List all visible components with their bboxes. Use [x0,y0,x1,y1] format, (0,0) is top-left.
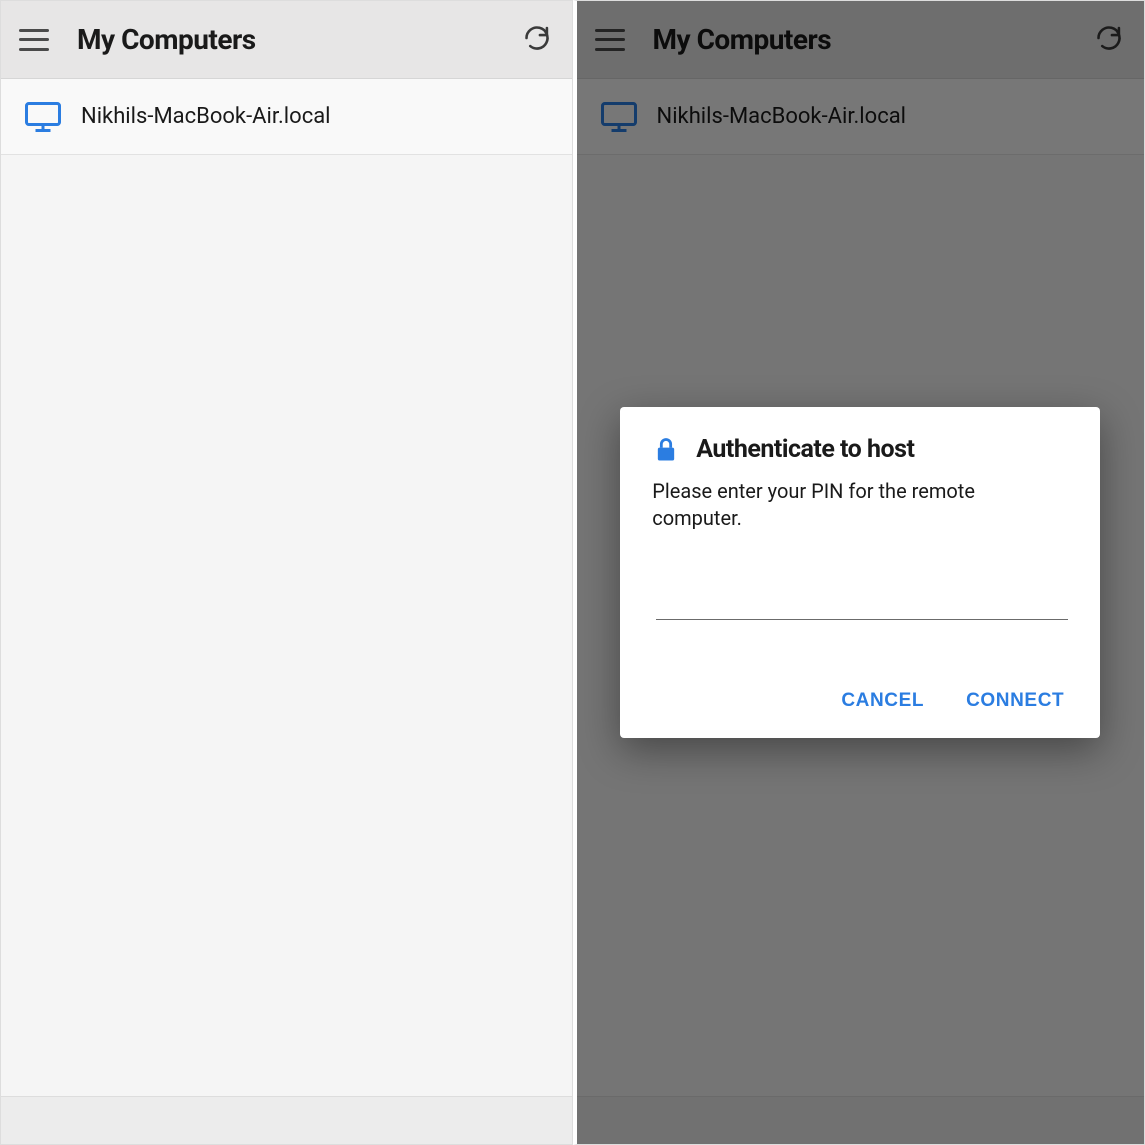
right-pane: My Computers Nikhils-MacBook-Air.local [573,0,1145,1145]
lock-icon [652,436,680,464]
connect-button[interactable]: CONNECT [962,684,1068,718]
refresh-icon [523,24,551,56]
left-pane: My Computers Nikhils-MacBo [0,0,573,1145]
empty-area [1,155,572,1144]
refresh-button[interactable] [520,23,554,57]
split-container: My Computers Nikhils-MacBo [0,0,1145,1145]
app-toolbar: My Computers [1,1,572,79]
computer-name: Nikhils-MacBook-Air.local [81,104,331,129]
computer-list-item[interactable]: Nikhils-MacBook-Air.local [1,79,572,155]
auth-dialog: Authenticate to host Please enter your P… [620,407,1100,738]
dialog-title: Authenticate to host [696,435,914,464]
bottom-bar [1,1096,572,1144]
modal-overlay[interactable]: Authenticate to host Please enter your P… [577,1,1145,1144]
pin-input[interactable] [656,580,1068,620]
dialog-header: Authenticate to host [652,435,1068,464]
monitor-icon [25,102,61,132]
menu-icon[interactable] [19,29,49,51]
dialog-actions: CANCEL CONNECT [652,684,1068,718]
dialog-message: Please enter your PIN for the remote com… [652,478,1068,532]
cancel-button[interactable]: CANCEL [837,684,928,718]
page-title: My Computers [77,23,520,56]
